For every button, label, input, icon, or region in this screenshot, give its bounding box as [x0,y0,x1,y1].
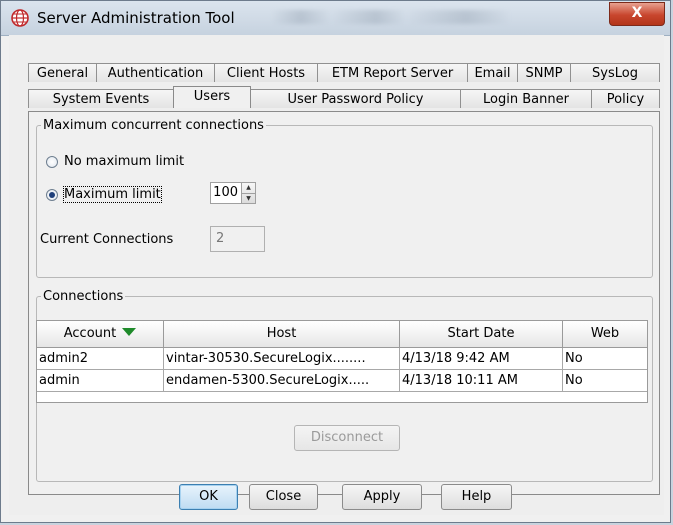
blurred-background [271,10,571,24]
tab-row-1: General Authentication Client Hosts ETM … [28,63,660,83]
limit-value-input[interactable]: 100 [210,182,242,204]
max-connections-legend: Maximum concurrent connections [43,118,264,133]
limit-radio[interactable] [46,188,58,201]
tab-syslog[interactable]: SysLog [570,63,660,82]
tab-users[interactable]: Users [173,86,251,108]
help-button[interactable]: Help [441,484,512,510]
cell-host: endamen-5300.SecureLogix..... [164,370,400,392]
tab-label: SysLog [592,66,638,81]
ok-button[interactable]: OK [179,484,238,510]
cell-start-date: 4/13/18 10:11 AM [400,370,563,392]
spinner-up-icon[interactable]: ▲ [242,183,255,194]
dialog-content: General Authentication Client Hosts ETM … [9,35,664,515]
column-header-account[interactable]: Account [37,321,164,348]
tab-label: General [36,66,89,81]
spinner-down-icon[interactable]: ▼ [242,194,255,204]
close-button[interactable]: Close [249,484,318,510]
users-tab-panel: Maximum concurrent connections No maximu… [28,111,660,495]
tab-row-2: System Events Users User Password Policy… [28,86,660,111]
tab-label: Users [193,89,231,104]
column-label: Host [266,326,297,341]
cell-web: No [563,348,647,370]
tab-label: SNMP [525,66,563,81]
tab-label: Authentication [107,66,204,81]
window-title: Server Administration Tool [37,9,235,27]
limit-radio-row[interactable]: Maximum limit [46,186,162,203]
tab-label: ETM Report Server [331,66,454,81]
close-icon: X [631,5,643,21]
no-limit-radio[interactable] [46,155,58,168]
current-connections-label: Current Connections [40,232,174,247]
connections-table: Account Host Start Date Web admin2 vinta… [36,320,648,403]
tab-snmp[interactable]: SNMP [517,63,571,82]
title-bar[interactable]: Server Administration Tool X [1,1,670,36]
tab-email[interactable]: Email [467,63,518,82]
column-header-web[interactable]: Web [563,321,647,348]
column-label: Start Date [447,326,515,341]
tab-general[interactable]: General [28,63,97,82]
tab-label: User Password Policy [287,92,424,107]
sort-descending-icon [122,328,137,336]
tab-login-banner[interactable]: Login Banner [460,89,592,108]
table-row[interactable]: admin2 vintar-30530.SecureLogix........ … [37,348,647,370]
disconnect-button[interactable]: Disconnect [294,425,400,451]
apply-button[interactable]: Apply [342,484,422,510]
tab-authentication[interactable]: Authentication [96,63,215,82]
cell-start-date: 4/13/18 9:42 AM [400,348,563,370]
table-header: Account Host Start Date Web [37,321,647,348]
column-header-host[interactable]: Host [164,321,400,348]
tab-label: Client Hosts [226,66,306,81]
no-limit-radio-row[interactable]: No maximum limit [46,154,184,169]
tab-policy[interactable]: Policy [591,89,660,108]
cell-account: admin [37,370,164,392]
close-window-button[interactable]: X [609,2,665,26]
cell-host: vintar-30530.SecureLogix........ [164,348,400,370]
column-label: Account [63,326,117,341]
tab-etm-report-server[interactable]: ETM Report Server [317,63,468,82]
tab-label: Email [474,66,511,81]
connections-legend: Connections [43,289,124,304]
current-connections-field: 2 [210,226,265,252]
no-limit-label: No maximum limit [64,154,185,169]
tab-user-password-policy[interactable]: User Password Policy [250,89,461,108]
spinner-arrows: ▲ ▼ [242,182,256,204]
table-row[interactable]: admin endamen-5300.SecureLogix..... 4/13… [37,370,647,392]
tab-label: Login Banner [483,92,569,107]
column-header-start-date[interactable]: Start Date [400,321,563,348]
tab-system-events[interactable]: System Events [28,89,174,108]
limit-label: Maximum limit [63,186,162,203]
cell-web: No [563,370,647,392]
tab-label: Policy [606,92,645,107]
column-label: Web [590,326,620,341]
tab-label: System Events [52,92,150,107]
limit-spinner[interactable]: 100 ▲ ▼ [210,182,256,204]
server-admin-window: Server Administration Tool X General Aut… [0,0,671,523]
app-globe-icon [11,9,29,27]
cell-account: admin2 [37,348,164,370]
tab-client-hosts[interactable]: Client Hosts [214,63,318,82]
